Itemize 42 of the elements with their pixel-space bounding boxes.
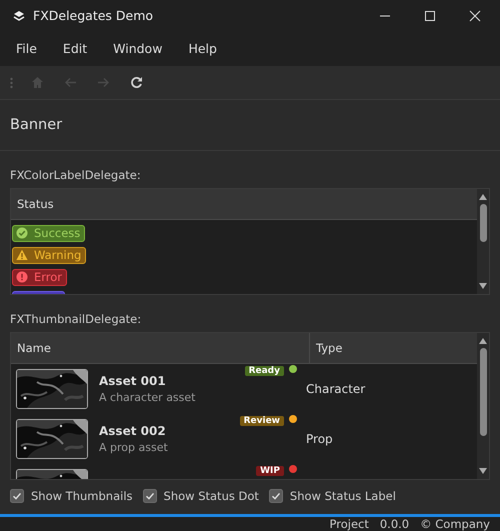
checkbox[interactable] (10, 489, 24, 504)
table-cell: Character (306, 382, 366, 396)
menu-item[interactable]: Edit (54, 41, 96, 56)
check-circle-icon (16, 227, 28, 240)
status-text: © Company (420, 517, 490, 531)
asset-name: Asset 001 (99, 374, 167, 388)
asset-description: A prop asset (99, 441, 168, 454)
column-header[interactable]: Status (11, 189, 477, 220)
status-badge: Warning (12, 246, 86, 264)
banner-text: Banner (10, 117, 62, 134)
checkbox-label[interactable]: Show Status Dot (164, 489, 259, 504)
checkbox-label[interactable]: Show Thumbnails (31, 489, 133, 504)
checkbox-label[interactable]: Show Status Label (290, 489, 396, 504)
window-title: FXDelegates Demo (33, 8, 154, 24)
menu-item[interactable]: Window (105, 41, 170, 56)
maximize-icon[interactable] (424, 10, 436, 22)
menu-item[interactable]: Help (180, 41, 225, 56)
checkbox[interactable] (268, 489, 283, 504)
layers-icon (13, 10, 25, 22)
menu-item[interactable]: File (8, 41, 45, 56)
status-text: Project (330, 517, 369, 531)
status-badge: Error (12, 268, 68, 286)
exclamation-circle-icon (16, 271, 28, 284)
column-header[interactable]: Name (11, 333, 310, 364)
column-header[interactable]: Type (310, 333, 477, 364)
scrollbar[interactable] (477, 333, 489, 480)
asset-description: A character asset (99, 391, 196, 404)
scrollbar[interactable] (477, 189, 489, 294)
warning-icon (16, 249, 28, 262)
status-label: WIP (256, 466, 284, 476)
close-icon[interactable] (469, 10, 481, 22)
checkbox[interactable] (142, 489, 157, 504)
table-cell: Prop (306, 432, 333, 446)
section-label: FXColorLabelDelegate: (10, 168, 142, 182)
refresh-icon[interactable] (130, 76, 143, 90)
status-text: 0.0.0 (380, 517, 410, 531)
grip-icon (10, 76, 13, 89)
status-label: Review (240, 416, 284, 426)
status-badge: Success (12, 224, 86, 242)
section-label: FXThumbnailDelegate: (10, 312, 142, 326)
asset-name: Asset 002 (99, 424, 167, 438)
status-label: Ready (244, 366, 284, 376)
